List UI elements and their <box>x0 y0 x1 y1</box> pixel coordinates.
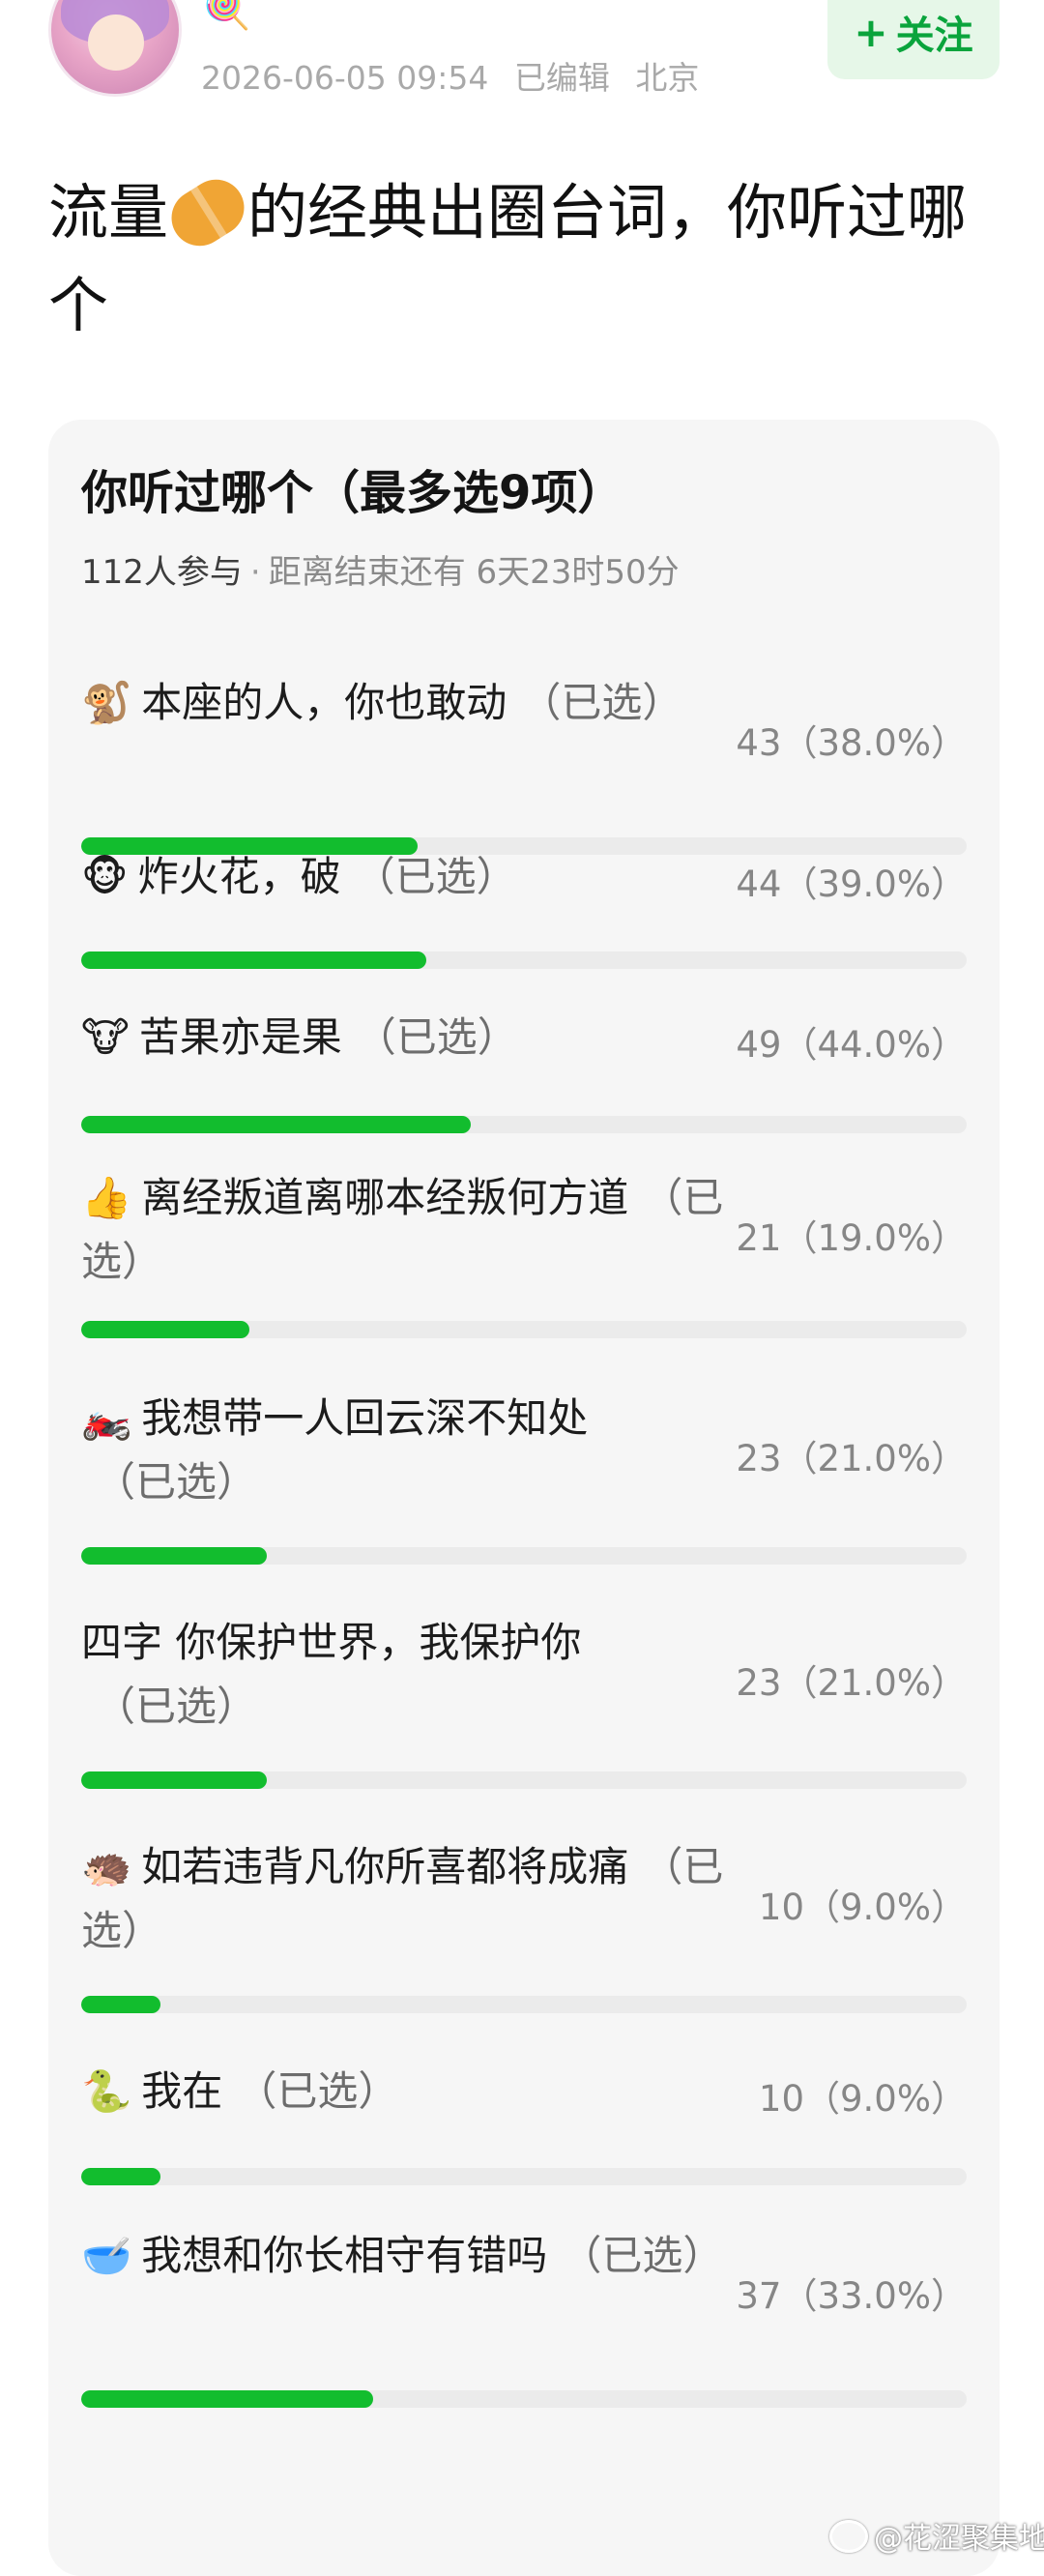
weibo-logo-icon <box>829 2520 868 2553</box>
option-text: 离经叛道离哪本经叛何方道 <box>141 1174 629 1221</box>
post-meta: 2026-06-05 09:54 已编辑 北京 <box>201 52 714 99</box>
post-header: 🍭 2026-06-05 09:54 已编辑 北京 + 关注 <box>0 0 1044 116</box>
user-avatar[interactable] <box>48 0 182 97</box>
vote-count: 37（33.0%） <box>736 2275 967 2317</box>
selected-marker: （已选） <box>95 1458 258 1506</box>
poll-option-label: 🥣 我想和你长相守有错吗 （已选） <box>81 2224 748 2288</box>
vote-bar-track <box>81 1771 967 1789</box>
selected-marker: （已选） <box>355 1013 518 1061</box>
time-remaining: 距离结束还有 6天23时50分 <box>268 553 680 592</box>
follow-label: 关注 <box>895 14 973 58</box>
vote-bar-fill <box>81 1996 161 2013</box>
vote-bar-fill <box>81 1771 268 1789</box>
watermark-text: @花涩聚集地 <box>874 2522 1044 2556</box>
option-text: 炸火花，破 <box>137 853 341 900</box>
poll-option[interactable]: 👍 离经叛道离哪本经叛何方道 （已选） 21（19.0%） <box>81 1166 967 1340</box>
vote-count: 10（9.0%） <box>758 1887 967 1928</box>
vote-bar-track <box>81 1116 967 1133</box>
vote-count: 21（19.0%） <box>736 1217 967 1259</box>
vote-bar-fill <box>81 1547 268 1565</box>
option-emoji-icon: 🐮 <box>81 1013 130 1061</box>
option-text: 苦果亦是果 <box>138 1013 342 1061</box>
vote-bar-fill <box>81 2390 374 2408</box>
option-emoji-icon: 🦔 <box>81 1843 132 1890</box>
option-text: 我在 <box>141 2067 223 2115</box>
vote-count: 23（21.0%） <box>736 1662 967 1704</box>
option-text: 四字 你保护世界，我保护你 <box>81 1619 582 1666</box>
vote-count: 10（9.0%） <box>758 2078 967 2120</box>
poll-option-label: 👍 离经叛道离哪本经叛何方道 （已选） <box>81 1166 748 1294</box>
poll-card: 你听过哪个（最多选9项） 112人参与 · 距离结束还有 6天23时50分 🐒 本座的… <box>48 420 1000 2576</box>
poll-option-label: 四字 你保护世界，我保护你 （已选） <box>81 1611 748 1739</box>
post-location: 北京 <box>635 59 700 97</box>
vote-bar-track <box>81 1321 967 1338</box>
vote-bar-track <box>81 1547 967 1565</box>
poll-option-label: 🐵 炸火花，破 （已选） <box>81 845 748 909</box>
option-text: 本座的人，你也敢动 <box>141 679 508 726</box>
selected-marker: （已选） <box>236 2067 399 2115</box>
title-text-before: 流量 <box>48 177 169 248</box>
selected-marker: （已选） <box>354 853 517 900</box>
poll-option[interactable]: 🐍 我在 （已选） 10（9.0%） <box>81 2060 967 2187</box>
option-text: 我想带一人回云深不知处 <box>141 1394 589 1442</box>
participant-count: 112人参与 <box>81 553 243 592</box>
poll-option-label: 🐍 我在 （已选） <box>81 2060 748 2123</box>
vote-count: 43（38.0%） <box>736 722 967 764</box>
poll-option-label: 🐮 苦果亦是果 （已选） <box>81 1006 748 1069</box>
option-text: 我想和你长相守有错吗 <box>141 2232 548 2279</box>
option-emoji-icon: 🏍️ <box>81 1394 132 1442</box>
peanut-icon <box>160 168 255 257</box>
selected-marker: （已选） <box>95 1683 258 1730</box>
vote-bar-fill <box>81 1321 250 1338</box>
plus-icon: + <box>854 8 888 56</box>
poll-option[interactable]: 四字 你保护世界，我保护你 （已选） 23（21.0%） <box>81 1611 967 1791</box>
option-text: 如若违背凡你所喜都将成痛 <box>141 1843 629 1890</box>
option-emoji-icon: 🐒 <box>81 679 132 726</box>
vote-bar-fill <box>81 1116 472 1133</box>
vote-bar-track <box>81 2168 967 2185</box>
poll-option-label: 🦔 如若违背凡你所喜都将成痛 （已选） <box>81 1835 748 1963</box>
vote-count: 49（44.0%） <box>736 1024 967 1066</box>
watermark: @花涩聚集地 <box>829 2514 1044 2557</box>
selected-marker: （已选） <box>520 679 683 726</box>
avatar-face <box>88 15 144 71</box>
edited-label: 已编辑 <box>513 59 610 97</box>
option-emoji-icon: 👍 <box>81 1174 132 1221</box>
poll-status: 112人参与 · 距离结束还有 6天23时50分 <box>81 545 680 593</box>
follow-button[interactable]: + 关注 <box>827 0 1000 79</box>
selected-marker: （已选） <box>561 2232 724 2279</box>
vote-count: 23（21.0%） <box>736 1438 967 1479</box>
vote-bar-track <box>81 951 967 969</box>
poll-option[interactable]: 🐵 炸火花，破 （已选） 44（39.0%） <box>81 845 967 971</box>
vote-count: 44（39.0%） <box>736 864 967 905</box>
poll-option-label: 🏍️ 我想带一人回云深不知处 （已选） <box>81 1387 748 1514</box>
post-timestamp: 2026-06-05 09:54 <box>201 59 489 97</box>
option-emoji-icon: 🐵 <box>81 853 129 900</box>
poll-option[interactable]: 🥣 我想和你长相守有错吗 （已选） 37（33.0%） <box>81 2224 967 2410</box>
poll-option[interactable]: 🏍️ 我想带一人回云深不知处 （已选） 23（21.0%） <box>81 1387 967 1566</box>
poll-option[interactable]: 🐮 苦果亦是果 （已选） 49（44.0%） <box>81 1006 967 1135</box>
poll-option-label: 🐒 本座的人，你也敢动 （已选） <box>81 671 748 735</box>
vote-bar-fill <box>81 951 427 969</box>
option-emoji-icon: 🥣 <box>81 2232 132 2279</box>
vote-bar-track <box>81 1996 967 2013</box>
vote-bar-track <box>81 2390 967 2408</box>
poll-option[interactable]: 🐒 本座的人，你也敢动 （已选） 43（38.0%） <box>81 671 967 857</box>
lollipop-icon: 🍭 <box>203 0 251 32</box>
poll-title: 你听过哪个（最多选9项） <box>81 466 624 520</box>
poll-option[interactable]: 🦔 如若违背凡你所喜都将成痛 （已选） 10（9.0%） <box>81 1835 967 2015</box>
vote-bar-fill <box>81 2168 161 2185</box>
status-separator: · <box>249 553 261 592</box>
post-title: 流量 的经典出圈台词，你听过哪个 <box>48 166 996 352</box>
option-emoji-icon: 🐍 <box>81 2067 132 2115</box>
